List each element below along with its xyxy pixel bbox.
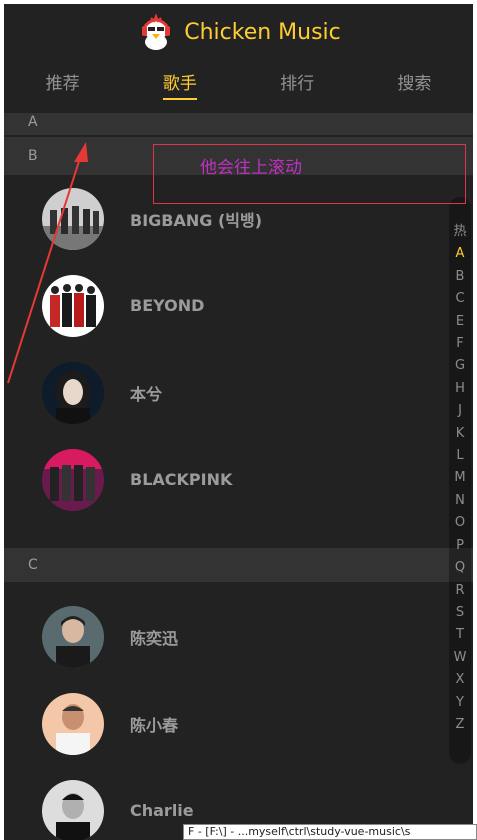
shortcut-letter[interactable]: A	[456, 243, 465, 265]
app-title: Chicken Music	[184, 19, 341, 45]
singer-name: BLACKPINK	[130, 470, 233, 489]
singer-name: BEYOND	[130, 296, 205, 315]
tab-singer[interactable]: 歌手	[121, 69, 238, 100]
shortcut-letter[interactable]: 热	[453, 221, 466, 243]
chicken-logo-icon	[142, 13, 171, 50]
singer-name: Charlie	[130, 801, 194, 820]
annotation-box: 他会往上滚动	[153, 144, 466, 204]
singer-avatar	[42, 361, 104, 424]
shortcut-letter[interactable]: F	[456, 333, 463, 355]
group-title-c: C	[4, 548, 473, 582]
singer-avatar	[42, 187, 104, 250]
shortcut-letter[interactable]: J	[458, 400, 462, 422]
shortcut-index[interactable]: 热ABCEFGHJKLMNOPQRSTWXYZ	[449, 197, 471, 764]
shortcut-letter[interactable]: L	[456, 445, 463, 467]
singer-avatar	[42, 692, 104, 755]
singer-name: 陈奕迅	[130, 628, 179, 648]
shortcut-letter[interactable]: W	[454, 647, 467, 669]
header: Chicken Music	[4, 4, 473, 60]
group-title-a: A	[4, 113, 473, 135]
tab-bar: 推荐 歌手 排行 搜索	[4, 60, 473, 108]
shortcut-letter[interactable]: P	[456, 535, 464, 557]
shortcut-letter[interactable]: R	[455, 580, 464, 602]
shortcut-letter[interactable]: C	[455, 288, 464, 310]
shortcut-letter[interactable]: O	[455, 512, 465, 534]
singer-avatar	[42, 605, 104, 668]
list-item[interactable]: BEYOND	[4, 262, 473, 349]
tab-rank[interactable]: 排行	[239, 69, 356, 100]
shortcut-letter[interactable]: Z	[456, 714, 465, 736]
annotation-text: 他会往上滚动	[200, 158, 302, 178]
shortcut-letter[interactable]: H	[455, 378, 465, 400]
singer-avatar	[42, 779, 104, 840]
shortcut-letter[interactable]: Y	[456, 692, 464, 714]
shortcut-letter[interactable]: S	[456, 602, 464, 624]
shortcut-letter[interactable]: Q	[455, 557, 465, 579]
singer-list[interactable]: A B BIGBANG (빅뱅) BEYOND 本兮 BLACKPINK C 陈…	[4, 113, 473, 840]
app-frame: Chicken Music 推荐 歌手 排行 搜索 A B BIGBANG (빅…	[4, 4, 473, 840]
shortcut-letter[interactable]: E	[456, 311, 464, 333]
singer-name: 本兮	[130, 384, 163, 404]
singer-name: BIGBANG (빅뱅)	[130, 210, 263, 230]
list-item[interactable]: 陈小春	[4, 680, 473, 767]
list-item[interactable]: 本兮	[4, 349, 473, 436]
shortcut-letter[interactable]: G	[455, 355, 465, 377]
shortcut-letter[interactable]: B	[456, 266, 465, 288]
list-item[interactable]: 陈奕迅	[4, 593, 473, 680]
shortcut-letter[interactable]: M	[454, 467, 465, 489]
shortcut-letter[interactable]: T	[456, 624, 464, 646]
tab-recommend[interactable]: 推荐	[4, 69, 121, 100]
singer-avatar	[42, 448, 104, 511]
shortcut-letter[interactable]: N	[455, 490, 465, 512]
shortcut-letter[interactable]: X	[456, 669, 465, 691]
shortcut-letter[interactable]: K	[456, 423, 465, 445]
tab-search[interactable]: 搜索	[356, 69, 473, 100]
path-tooltip: F - [F:\] - ...myself\ctrl\study-vue-mus…	[183, 824, 477, 840]
singer-avatar	[42, 274, 104, 337]
list-item[interactable]: BLACKPINK	[4, 436, 473, 523]
singer-name: 陈小春	[130, 715, 179, 735]
